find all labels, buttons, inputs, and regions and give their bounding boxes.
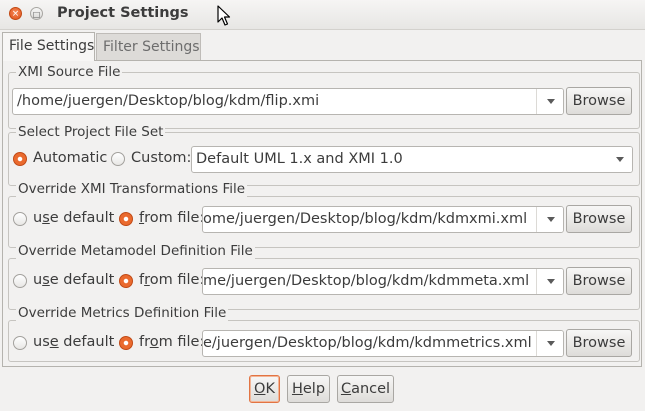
- xmi-transform-legend: Override XMI Transformations File: [16, 181, 248, 197]
- metrics-use-default-radio[interactable]: [13, 336, 27, 350]
- metamodel-from-file-label: from file:: [139, 272, 205, 288]
- help-button[interactable]: Help: [287, 375, 330, 403]
- xmi-transform-use-default-radio[interactable]: [13, 212, 27, 226]
- xmi-transform-dropdown[interactable]: [536, 207, 563, 232]
- mouse-cursor-icon: [217, 5, 231, 26]
- metrics-legend: Override Metrics Definition File: [16, 305, 229, 321]
- xmi-source-browse-button[interactable]: Browse: [566, 87, 632, 115]
- metrics-browse-button[interactable]: Browse: [566, 329, 632, 357]
- metrics-use-default-label: use default: [33, 334, 115, 350]
- chevron-down-icon: [547, 217, 555, 222]
- window-title: Project Settings: [57, 5, 189, 21]
- xmi-source-value: /home/juergen/Desktop/blog/kdm/flip.xmi: [17, 93, 320, 109]
- tab-panel: XMI Source File /home/juergen/Desktop/bl…: [2, 60, 642, 367]
- xmi-source-dropdown[interactable]: [536, 89, 563, 114]
- cancel-button[interactable]: Cancel: [337, 375, 394, 403]
- custom-label: Custom:: [131, 150, 192, 166]
- xmi-transform-from-file-label: from file:: [139, 210, 205, 226]
- automatic-label: Automatic: [33, 150, 108, 166]
- metamodel-value: me/juergen/Desktop/blog/kdm/kdmmeta.xml: [203, 273, 530, 289]
- xmi-transform-browse-button[interactable]: Browse: [566, 205, 632, 233]
- xmi-source-legend: XMI Source File: [16, 64, 123, 80]
- close-icon[interactable]: ×: [9, 7, 22, 20]
- metamodel-dropdown[interactable]: [536, 269, 563, 294]
- tab-file-settings[interactable]: File Settings: [2, 32, 95, 61]
- maximize-icon[interactable]: □: [30, 7, 43, 20]
- metrics-from-file-label: from file:: [139, 334, 205, 350]
- metrics-dropdown[interactable]: [536, 331, 563, 356]
- metamodel-use-default-label: use default: [33, 272, 115, 288]
- file-set-value: Default UML 1.x and XMI 1.0: [196, 151, 403, 167]
- metrics-value: e/juergen/Desktop/blog/kdm/kdmmetrics.xm…: [203, 335, 532, 351]
- xmi-transform-combo[interactable]: ome/juergen/Desktop/blog/kdm/kdmxmi.xml: [202, 206, 564, 233]
- title-bar: × □ Project Settings: [0, 0, 645, 30]
- metamodel-from-file-radio[interactable]: [119, 274, 133, 288]
- file-set-legend: Select Project File Set: [16, 124, 166, 140]
- xmi-transform-use-default-label: use default: [33, 210, 115, 226]
- xmi-transform-from-file-radio[interactable]: [119, 212, 133, 226]
- chevron-down-icon: [547, 279, 555, 284]
- file-set-dropdown[interactable]: [606, 147, 632, 172]
- automatic-radio[interactable]: [13, 152, 27, 166]
- chevron-down-icon: [616, 157, 624, 162]
- chevron-down-icon: [547, 99, 555, 104]
- chevron-down-icon: [547, 341, 555, 346]
- file-set-combo[interactable]: Default UML 1.x and XMI 1.0: [191, 146, 633, 173]
- metamodel-legend: Override Metamodel Definition File: [16, 243, 255, 259]
- xmi-transform-value: ome/juergen/Desktop/blog/kdm/kdmxmi.xml: [203, 211, 528, 227]
- ok-button[interactable]: OK: [249, 375, 280, 403]
- metamodel-browse-button[interactable]: Browse: [566, 267, 632, 295]
- custom-radio[interactable]: [111, 152, 125, 166]
- metamodel-use-default-radio[interactable]: [13, 274, 27, 288]
- tab-filter-settings[interactable]: Filter Settings: [96, 33, 201, 61]
- metrics-combo[interactable]: e/juergen/Desktop/blog/kdm/kdmmetrics.xm…: [202, 330, 564, 357]
- xmi-source-combo[interactable]: /home/juergen/Desktop/blog/kdm/flip.xmi: [12, 88, 564, 115]
- metamodel-combo[interactable]: me/juergen/Desktop/blog/kdm/kdmmeta.xml: [202, 268, 564, 295]
- metrics-from-file-radio[interactable]: [119, 336, 133, 350]
